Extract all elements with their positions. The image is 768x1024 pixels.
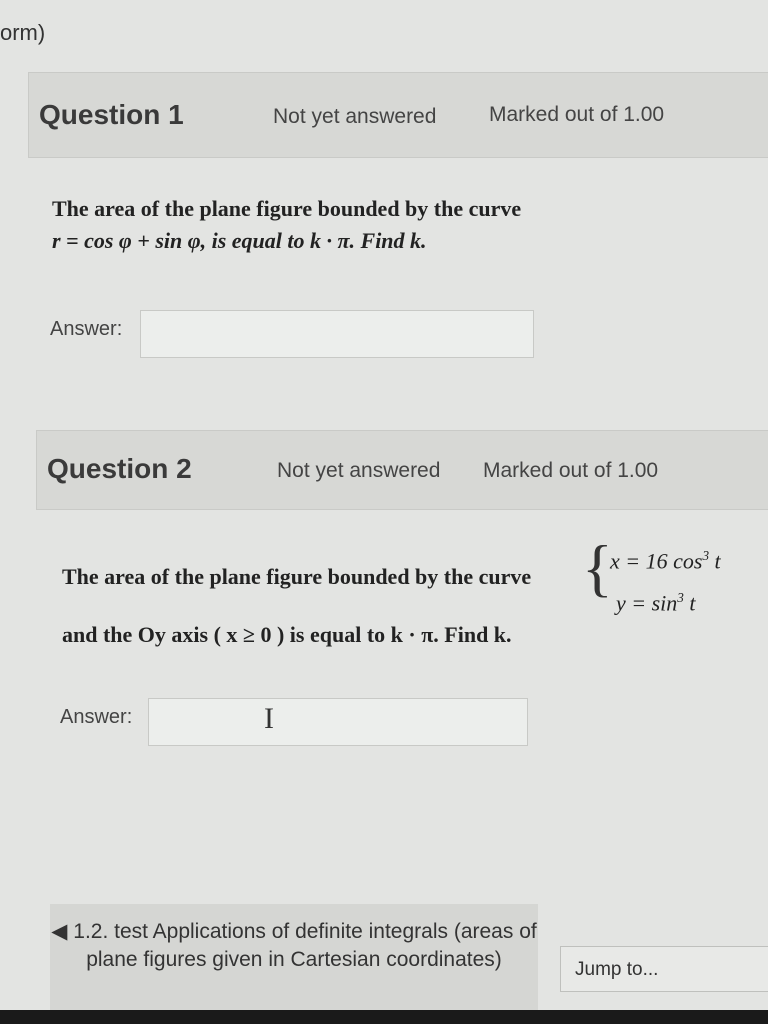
question-1-title: Question 1	[39, 99, 184, 130]
equation-x: x = 16 cos3 t	[610, 548, 721, 574]
question-2-text-line-1: The area of the plane figure bounded by …	[62, 564, 532, 589]
question-2-status: Not yet answered	[277, 459, 441, 482]
question-1-header: Question 1 Not yet answered Marked out o…	[28, 72, 768, 158]
equation-y: y = sin3 t	[616, 590, 696, 616]
question-1-status: Not yet answered	[273, 105, 437, 128]
system-brace: {	[582, 532, 613, 603]
question-1-marks: Marked out of 1.00	[489, 103, 665, 126]
text-cursor-icon: I	[264, 702, 274, 735]
question-1-text-line-1: The area of the plane figure bounded by …	[52, 196, 522, 221]
bottom-edge	[0, 1010, 768, 1024]
previous-activity-link[interactable]: ◀ 1.2. test Applications of definite int…	[50, 904, 538, 1014]
equation-x-var: t	[709, 548, 721, 574]
question-2-marks: Marked out of 1.00	[483, 459, 659, 482]
jump-to-select[interactable]: Jump to...	[560, 946, 768, 992]
equation-y-var: t	[683, 590, 696, 616]
question-2-answer-label: Answer:	[60, 706, 133, 728]
question-1-text-line-2: r = cos φ + sin φ, is equal to k · π. Fi…	[52, 228, 427, 253]
equation-y-prefix: y = sin	[616, 590, 678, 616]
page-title-fragment: orm)	[0, 20, 46, 45]
question-1-answer-label: Answer:	[50, 318, 123, 340]
question-2-title: Question 2	[47, 453, 192, 484]
question-1-answer-input[interactable]	[140, 310, 534, 358]
equation-y-power: 3	[677, 590, 684, 605]
question-2-answer-input[interactable]	[148, 698, 528, 746]
question-2-text-line-2: and the Oy axis ( x ≥ 0 ) is equal to k …	[62, 622, 512, 647]
equation-x-prefix: x = 16 cos	[610, 548, 703, 574]
question-2-header: Question 2 Not yet answered Marked out o…	[36, 430, 768, 510]
